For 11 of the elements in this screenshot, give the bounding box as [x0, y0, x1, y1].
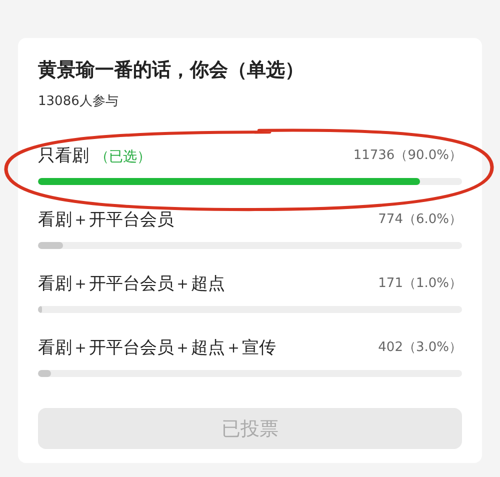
poll-title: 黄景瑜一番的话，你会（单选）	[38, 58, 305, 83]
participant-count: 13086人参与	[38, 93, 120, 110]
option-label[interactable]: 看剧＋开平台会员＋超点＋宣传	[38, 338, 276, 358]
vote-result: 402（3.0%）	[378, 339, 462, 356]
option-label[interactable]: 看剧＋开平台会员＋超点	[38, 274, 225, 294]
option-label[interactable]: 只看剧	[38, 146, 89, 166]
vote-result: 774（6.0%）	[378, 211, 462, 228]
option-label[interactable]: 看剧＋开平台会员	[38, 210, 174, 230]
vote-result: 11736（90.0%）	[353, 147, 462, 164]
selected-note: （已选）	[95, 148, 151, 164]
vote-result: 171（1.0%）	[378, 275, 462, 292]
